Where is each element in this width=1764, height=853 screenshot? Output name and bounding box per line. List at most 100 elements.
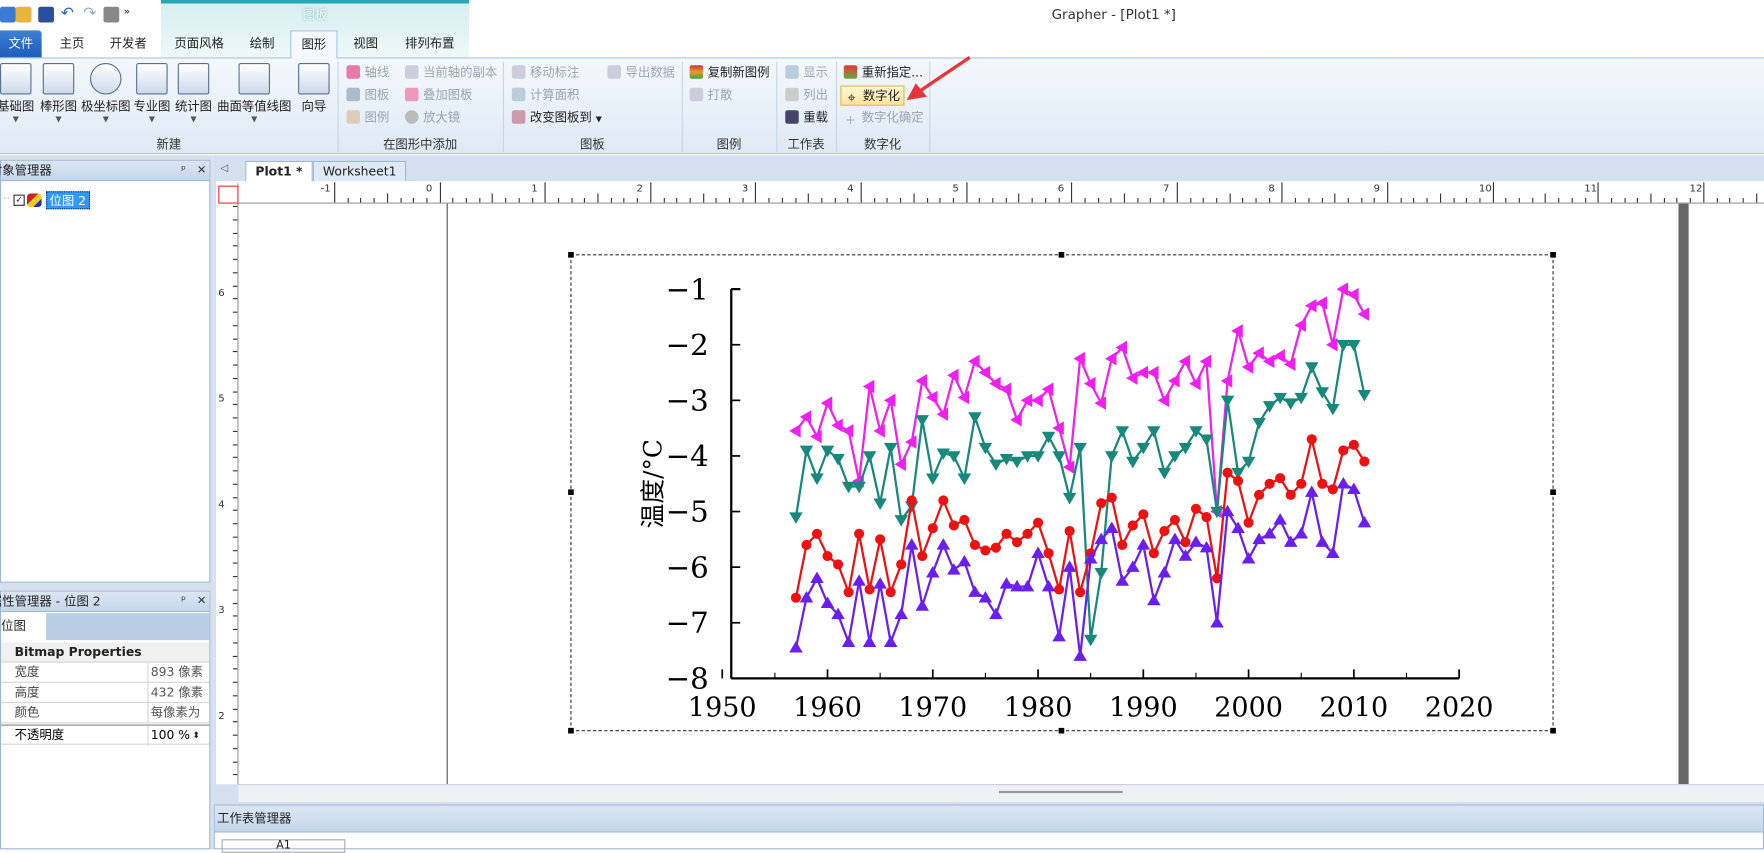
data-point — [1284, 398, 1298, 409]
x-tick-label: 1950 — [688, 693, 757, 724]
data-point — [812, 529, 822, 539]
data-point — [968, 585, 982, 596]
data-point — [916, 599, 930, 610]
data-point — [949, 520, 959, 530]
x-tick-label: 1960 — [793, 693, 862, 724]
data-point — [789, 424, 800, 438]
data-point — [1094, 568, 1108, 579]
data-point — [1307, 434, 1317, 444]
data-point — [1021, 394, 1032, 408]
data-point — [1305, 362, 1319, 373]
data-point — [842, 635, 856, 646]
data-point — [1149, 548, 1159, 558]
data-point — [1031, 394, 1042, 408]
data-point — [1158, 468, 1172, 479]
data-point — [980, 545, 990, 555]
data-point — [1137, 366, 1148, 380]
data-point — [854, 529, 864, 539]
data-point — [1337, 477, 1351, 488]
data-point — [970, 540, 980, 550]
data-point — [1263, 401, 1277, 412]
data-point — [1022, 529, 1032, 539]
data-point — [844, 587, 854, 597]
data-point — [789, 641, 803, 652]
data-point — [1347, 288, 1358, 302]
data-point — [1358, 390, 1372, 401]
data-point — [917, 551, 927, 561]
data-point — [1168, 374, 1179, 388]
data-point — [1221, 396, 1235, 407]
data-point — [1231, 521, 1245, 532]
x-tick-label: 2020 — [1425, 693, 1494, 724]
data-point — [1244, 518, 1254, 528]
data-point — [1252, 346, 1263, 360]
data-point — [1242, 552, 1256, 563]
data-point — [1147, 366, 1158, 380]
data-point — [1126, 560, 1140, 571]
data-point — [1138, 509, 1148, 519]
data-point — [1128, 520, 1138, 530]
data-point — [959, 515, 969, 525]
data-point — [1296, 479, 1306, 489]
data-point — [1147, 594, 1160, 605]
data-point — [928, 523, 938, 533]
data-point — [1052, 630, 1066, 641]
series-line-purple — [796, 484, 1364, 656]
data-point — [1010, 457, 1024, 468]
y-tick-label: −8 — [666, 662, 709, 696]
data-point — [1000, 382, 1011, 396]
cell-reference[interactable]: A1 — [222, 839, 346, 853]
data-point — [1033, 518, 1043, 528]
data-point — [1094, 396, 1105, 410]
data-point — [842, 424, 853, 438]
series-purple — [789, 477, 1371, 661]
data-point — [821, 597, 835, 608]
data-point — [865, 584, 875, 594]
x-tick-label: 2000 — [1214, 693, 1283, 724]
data-point — [833, 559, 843, 569]
data-point — [1252, 418, 1266, 429]
data-point — [1065, 526, 1075, 536]
data-point — [1349, 440, 1359, 450]
data-point — [926, 566, 940, 577]
data-point — [791, 593, 801, 603]
data-point — [1126, 457, 1140, 468]
data-point — [1316, 387, 1330, 398]
data-point — [801, 540, 811, 550]
x-tick-label: 1970 — [898, 693, 967, 724]
data-point — [1137, 538, 1151, 549]
data-point — [1326, 404, 1340, 415]
data-point — [1222, 468, 1232, 478]
y-tick-label: −3 — [666, 383, 709, 417]
data-point — [1168, 533, 1182, 544]
data-point — [926, 473, 940, 484]
data-point — [916, 415, 930, 426]
data-point — [1012, 537, 1022, 547]
data-point — [894, 608, 908, 619]
y-tick-label: −6 — [666, 550, 709, 584]
data-point — [831, 454, 845, 465]
data-point — [907, 495, 917, 505]
data-point — [800, 591, 814, 602]
y-tick-label: −7 — [666, 606, 709, 640]
data-point — [1001, 529, 1011, 539]
data-point — [1358, 307, 1369, 321]
data-point — [1105, 451, 1119, 462]
data-point — [989, 460, 1003, 471]
data-point — [1286, 490, 1296, 500]
data-point — [810, 430, 821, 444]
data-point — [810, 473, 824, 484]
worksheet-manager-header: 工作表管理器 — [215, 806, 1763, 833]
worksheet-manager: 工作表管理器 A1 — [214, 804, 1764, 849]
data-point — [1305, 299, 1316, 313]
data-point — [968, 412, 982, 423]
data-point — [1117, 540, 1127, 550]
tab-graph[interactable]: 图形 — [290, 30, 337, 58]
y-axis-label: 温度/°C — [639, 439, 668, 528]
data-point — [1316, 296, 1327, 310]
data-point — [1189, 535, 1203, 546]
data-point — [958, 473, 972, 484]
data-point — [1159, 526, 1169, 536]
data-point — [1316, 535, 1330, 546]
data-point — [1294, 527, 1308, 538]
